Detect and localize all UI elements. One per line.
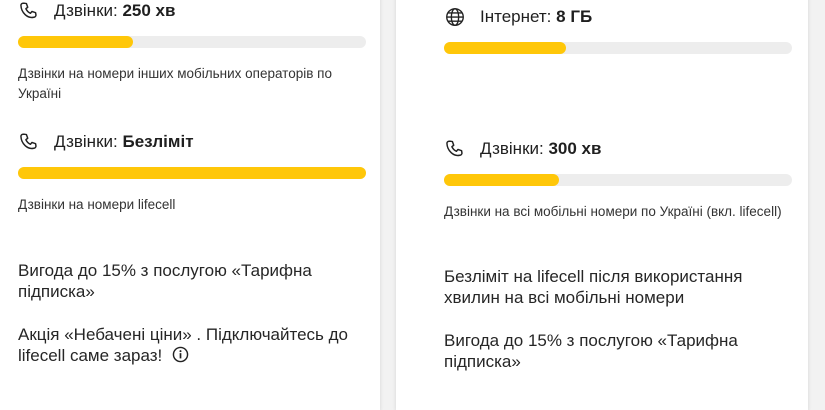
progress-bar: [444, 42, 792, 54]
feature-label: Дзвінки:: [54, 1, 118, 20]
feature-value: 300 хв: [548, 139, 602, 158]
promo-text: Акція «Небачені ціни» . Підключайтесь до…: [18, 324, 368, 366]
feature-internet: Інтернет: 8 ГБ: [444, 6, 792, 54]
feature-calls-other: Дзвінки: 250 хв Дзвінки на номери інших …: [18, 0, 366, 104]
tariff-card-left: Дзвінки: 250 хв Дзвінки на номери інших …: [0, 0, 380, 410]
benefit-text: Вигода до 15% з послугою «Тарифна підпис…: [18, 261, 312, 301]
feature-value: 250 хв: [122, 1, 176, 20]
tariff-card-right: Інтернет: 8 ГБ Дзвінки: 300 хв Дзвінки н…: [396, 0, 808, 410]
globe-icon: [444, 6, 466, 28]
progress-bar: [444, 174, 792, 186]
feature-calls-lifecell: Дзвінки: Безліміт Дзвінки на номери life…: [18, 131, 366, 215]
benefit-text: Вигода до 15% з послугою «Тарифна підпис…: [444, 331, 738, 371]
feature-value: Безліміт: [122, 132, 194, 151]
feature-header: Дзвінки: 300 хв: [444, 138, 792, 160]
progress-bar-fill: [18, 167, 366, 179]
phone-icon: [444, 138, 466, 160]
progress-bar-fill: [444, 174, 559, 186]
feature-header: Інтернет: 8 ГБ: [444, 6, 792, 28]
feature-header: Дзвінки: 250 хв: [18, 0, 366, 22]
phone-icon: [18, 131, 40, 153]
feature-label: Інтернет:: [480, 7, 552, 26]
progress-bar-fill: [444, 42, 566, 54]
feature-calls-all: Дзвінки: 300 хв Дзвінки на всі мобільні …: [444, 138, 792, 222]
progress-bar: [18, 36, 366, 48]
feature-note: Дзвінки на номери інших мобільних операт…: [18, 66, 332, 101]
feature-value: 8 ГБ: [556, 7, 593, 26]
progress-bar-fill: [18, 36, 133, 48]
phone-icon: [18, 0, 40, 22]
unlimited-text: Безліміт на lifecell після використання …: [444, 267, 743, 307]
feature-header: Дзвінки: Безліміт: [18, 131, 366, 153]
progress-bar: [18, 167, 366, 179]
feature-label: Дзвінки:: [54, 132, 118, 151]
feature-note: Дзвінки на всі мобільні номери по Україн…: [444, 204, 782, 219]
feature-note: Дзвінки на номери lifecell: [18, 197, 176, 212]
info-icon[interactable]: [172, 346, 189, 363]
feature-label: Дзвінки:: [480, 139, 544, 158]
